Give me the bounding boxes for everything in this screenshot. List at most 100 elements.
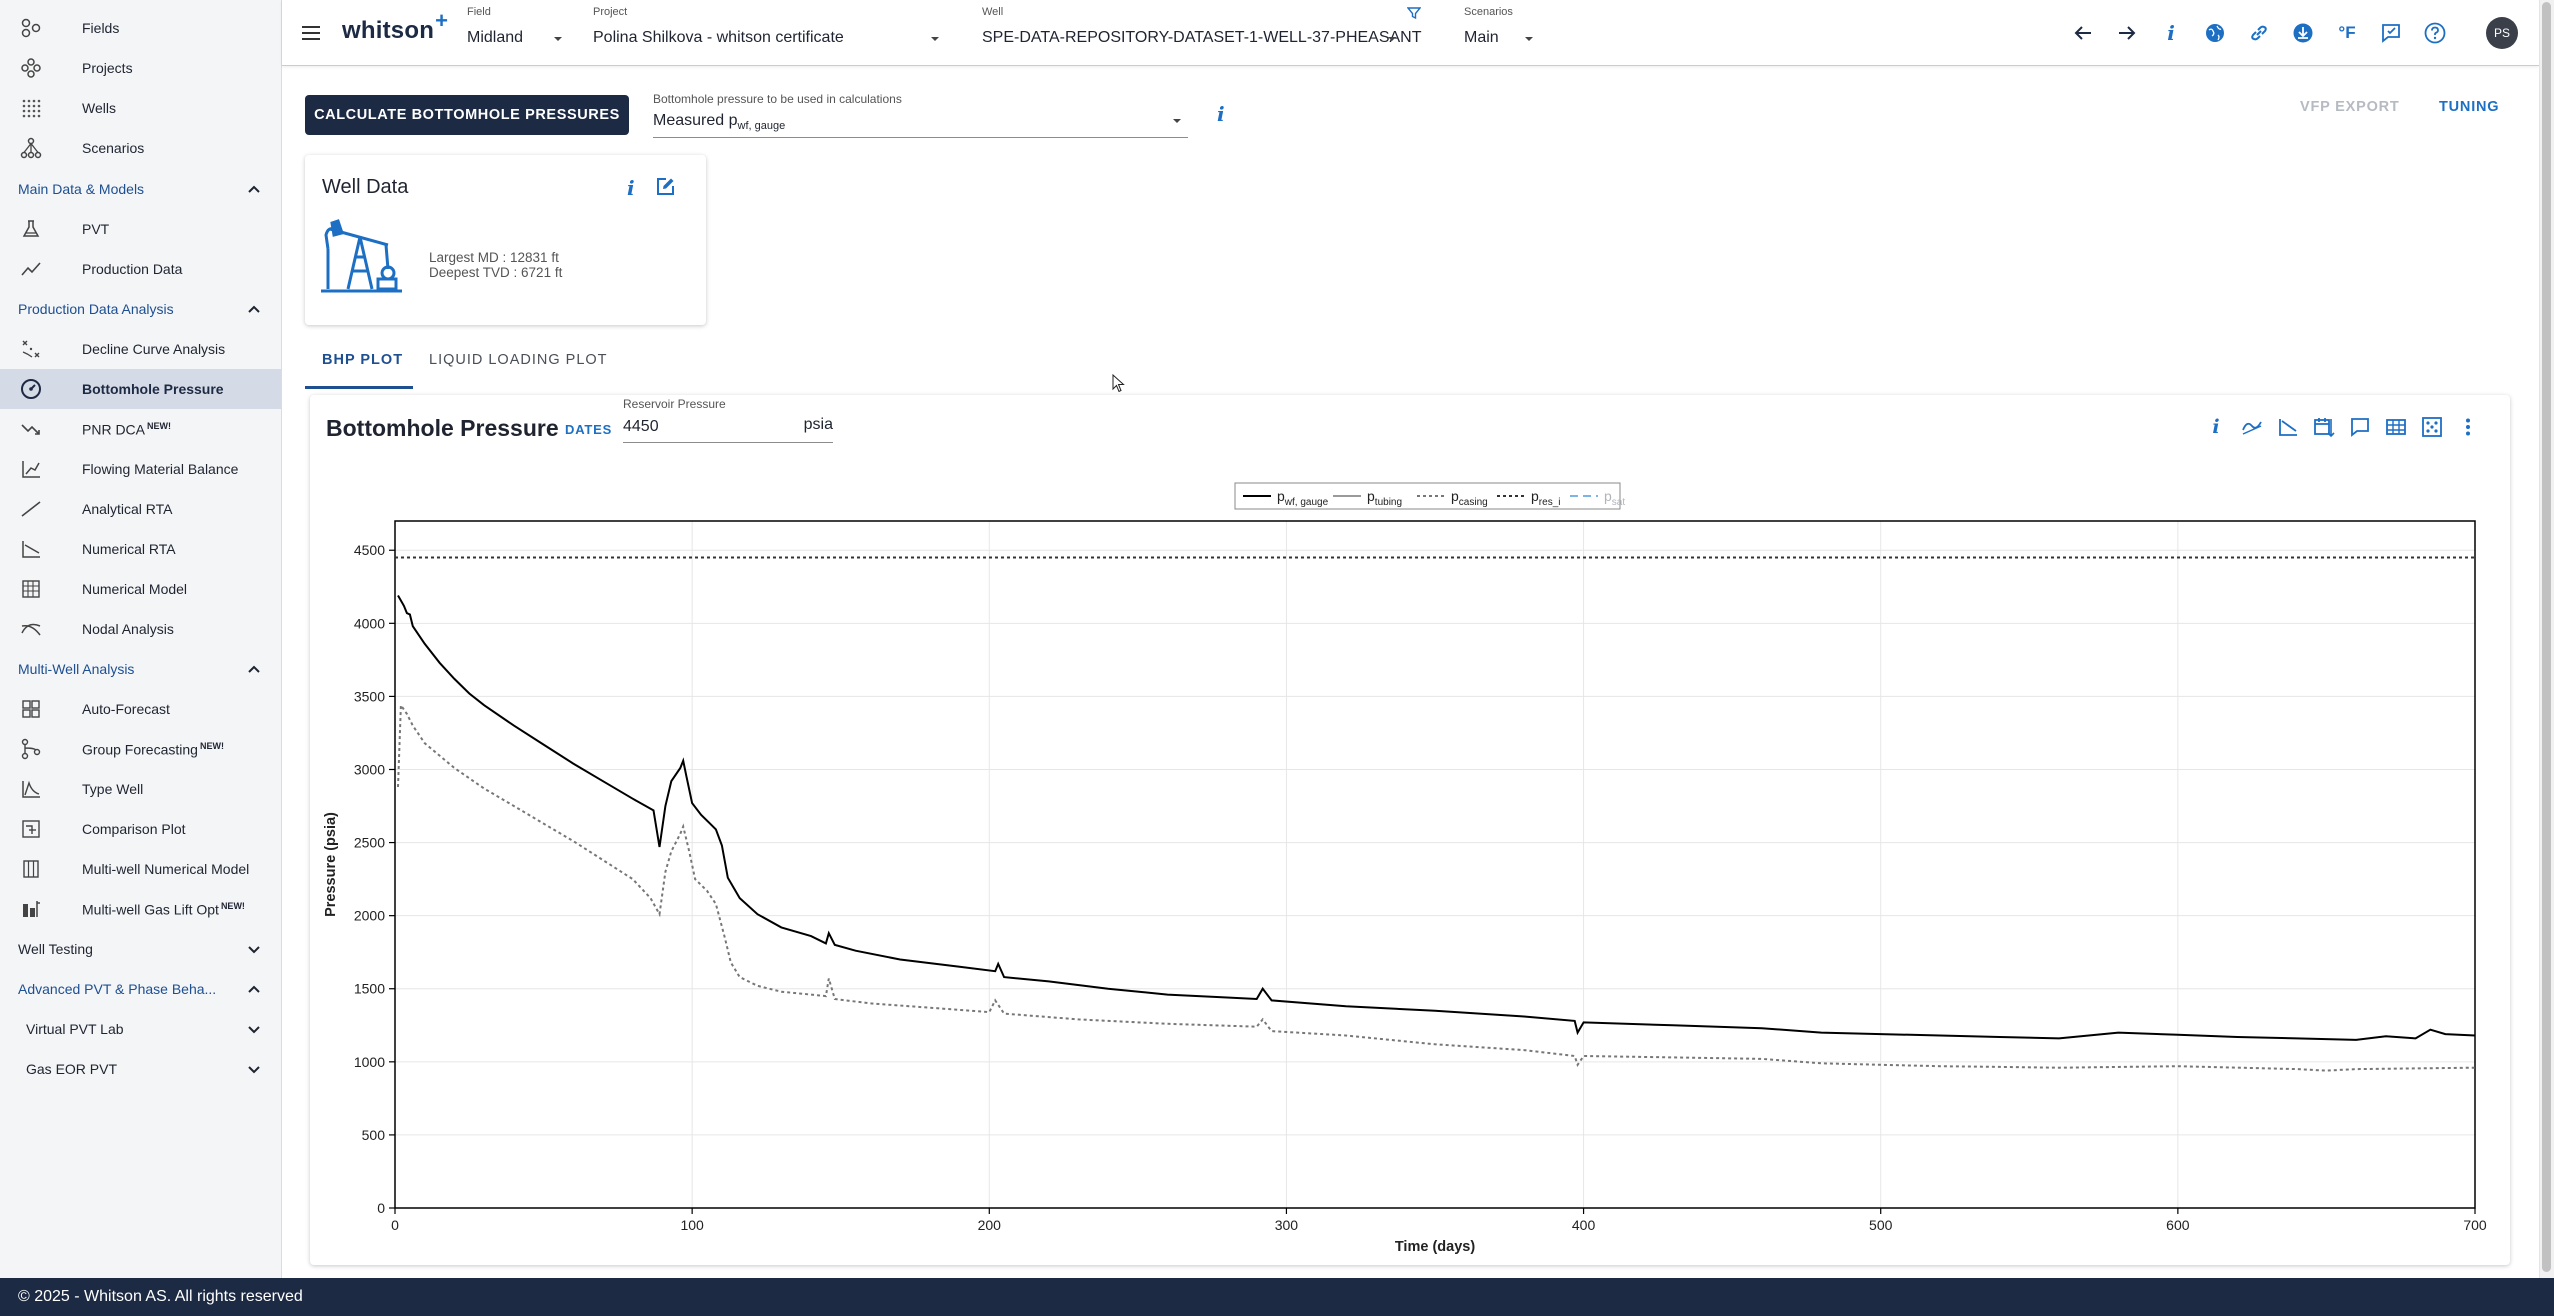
well-select[interactable]: Well SPE-DATA-REPOSITORY-DATASET-1-WELL-… bbox=[982, 6, 1422, 56]
section-multi-well-analysis[interactable]: Multi-Well Analysis bbox=[0, 649, 281, 689]
sidebar-item-pnr-dca[interactable]: PNR DCA NEW! bbox=[0, 409, 281, 449]
y-tick-label: 0 bbox=[377, 1200, 385, 1216]
y-tick-label: 2000 bbox=[354, 908, 385, 924]
sidebar-item-label: Numerical Model bbox=[82, 581, 188, 597]
info-icon[interactable]: i bbox=[2156, 18, 2186, 48]
whitson-logo: whitson+ bbox=[342, 8, 448, 45]
project-select[interactable]: Project Polina Shilkova - whitson certif… bbox=[593, 6, 939, 56]
sidebar-item-pvt[interactable]: PVT bbox=[0, 209, 281, 249]
vfp-export-button[interactable]: VFP EXPORT bbox=[2300, 99, 2400, 115]
new-badge: NEW! bbox=[147, 420, 172, 431]
link-icon[interactable] bbox=[2244, 18, 2274, 48]
temperature-unit-icon[interactable]: °F bbox=[2332, 18, 2362, 48]
dropdown-arrow-icon bbox=[1173, 119, 1181, 123]
section-main-data-models[interactable]: Main Data & Models bbox=[0, 169, 281, 209]
bhp-source-select[interactable]: Bottomhole pressure to be used in calcul… bbox=[653, 90, 1188, 138]
sidebar-item-flowing-material-balance[interactable]: Flowing Material Balance bbox=[0, 449, 281, 489]
x-tick-label: 300 bbox=[1275, 1217, 1299, 1233]
y-tick-label: 3000 bbox=[354, 761, 385, 777]
sidebar-item-bottomhole-pressure[interactable]: Bottomhole Pressure bbox=[0, 369, 281, 409]
project-caption: Project bbox=[593, 6, 628, 18]
x-tick-label: 400 bbox=[1572, 1217, 1596, 1233]
scrollbar-thumb[interactable] bbox=[2542, 2, 2551, 1272]
chevron-up-icon bbox=[248, 305, 260, 313]
sidebar-item-label: Production Data bbox=[82, 261, 183, 277]
y-tick-label: 4500 bbox=[354, 542, 385, 558]
avatar[interactable]: PS bbox=[2486, 17, 2518, 49]
filter-icon[interactable] bbox=[1407, 6, 1421, 20]
back-arrow-icon[interactable] bbox=[2068, 18, 2098, 48]
x-tick-label: 600 bbox=[2166, 1217, 2190, 1233]
trending-down-icon bbox=[20, 418, 42, 440]
label-text: PNR DCA bbox=[82, 421, 146, 438]
bhp-select-caption: Bottomhole pressure to be used in calcul… bbox=[653, 92, 902, 106]
sidebar-item-label: Fields bbox=[82, 20, 120, 36]
new-badge: NEW! bbox=[199, 740, 224, 751]
x-tick-label: 200 bbox=[978, 1217, 1002, 1233]
projects-icon bbox=[20, 57, 42, 79]
section-title: Virtual PVT Lab bbox=[26, 1021, 124, 1037]
dropdown-arrow-icon bbox=[1525, 37, 1533, 41]
new-badge: NEW! bbox=[220, 900, 245, 911]
well-info-icon[interactable]: i bbox=[627, 176, 635, 200]
help-icon[interactable] bbox=[2420, 18, 2450, 48]
info-glyph: i bbox=[2167, 21, 2175, 45]
sidebar-item-projects[interactable]: Projects bbox=[0, 48, 281, 88]
forward-arrow-icon[interactable] bbox=[2112, 18, 2142, 48]
sidebar-item-comparison-plot[interactable]: Comparison Plot bbox=[0, 809, 281, 849]
section-advanced-pvt[interactable]: Advanced PVT & Phase Beha... bbox=[0, 969, 281, 1009]
sidebar-item-auto-forecast[interactable]: Auto-Forecast bbox=[0, 689, 281, 729]
x-tick-label: 500 bbox=[1869, 1217, 1893, 1233]
section-well-testing[interactable]: Well Testing bbox=[0, 929, 281, 969]
tab-bhp-plot[interactable]: BHP PLOT bbox=[322, 352, 403, 388]
dropdown-arrow-icon bbox=[1388, 37, 1396, 41]
menu-icon[interactable] bbox=[298, 20, 324, 46]
y-tick-label: 2500 bbox=[354, 835, 385, 851]
sidebar-item-numerical-model[interactable]: Numerical Model bbox=[0, 569, 281, 609]
sidebar-item-numerical-rta[interactable]: Numerical RTA bbox=[0, 529, 281, 569]
section-production-data-analysis[interactable]: Production Data Analysis bbox=[0, 289, 281, 329]
type-well-icon bbox=[20, 778, 42, 800]
well-value: SPE-DATA-REPOSITORY-DATASET-1-WELL-37-PH… bbox=[982, 29, 1422, 46]
section-gas-eor-pvt[interactable]: Gas EOR PVT bbox=[0, 1049, 281, 1089]
bhp-info-icon[interactable]: i bbox=[1217, 102, 1225, 126]
sidebar-item-scenarios[interactable]: Scenarios bbox=[0, 128, 281, 168]
section-virtual-pvt-lab[interactable]: Virtual PVT Lab bbox=[0, 1009, 281, 1049]
scenarios-select[interactable]: Scenarios Main bbox=[1464, 6, 1564, 56]
tuning-button[interactable]: TUNING bbox=[2439, 99, 2499, 115]
calculate-bottomhole-pressures-button[interactable]: CALCULATE BOTTOMHOLE PRESSURES bbox=[305, 95, 629, 135]
chevron-up-icon bbox=[248, 985, 260, 993]
well-data-card: Well Data i Largest MD : 12831 ft Deepes… bbox=[305, 155, 706, 325]
chevron-down-icon bbox=[248, 1026, 260, 1034]
sidebar-item-label: Multi-well Numerical Model bbox=[82, 861, 250, 877]
sidebar-item-group-forecasting[interactable]: Group Forecasting NEW! bbox=[0, 729, 281, 769]
edit-icon[interactable] bbox=[654, 176, 676, 198]
sidebar-item-label: Analytical RTA bbox=[82, 501, 173, 517]
sidebar-item-analytical-rta[interactable]: Analytical RTA bbox=[0, 489, 281, 529]
field-value: Midland bbox=[467, 29, 524, 46]
sidebar-item-decline-curve-analysis[interactable]: Decline Curve Analysis bbox=[0, 329, 281, 369]
mouse-cursor-icon bbox=[1112, 374, 1125, 393]
sidebar-item-fields[interactable]: Fields bbox=[0, 8, 281, 48]
sidebar-item-label: Comparison Plot bbox=[82, 821, 186, 837]
sidebar-item-production-data[interactable]: Production Data bbox=[0, 249, 281, 289]
sidebar-item-nodal-analysis[interactable]: Nodal Analysis bbox=[0, 609, 281, 649]
bhp-chart: 0 100 200 300 400 500 600 700 0 500 1000 1500 2000 25… bbox=[323, 482, 2487, 1255]
field-select[interactable]: Field Midland bbox=[467, 6, 577, 56]
flask-icon bbox=[20, 218, 42, 240]
globe-icon[interactable] bbox=[2200, 18, 2230, 48]
sidebar-item-type-well[interactable]: Type Well bbox=[0, 769, 281, 809]
app-root: Fields Projects Wells Scenarios Main Dat… bbox=[0, 0, 2554, 1316]
tab-liquid-loading-plot[interactable]: LIQUID LOADING PLOT bbox=[429, 352, 608, 388]
feedback-icon[interactable] bbox=[2376, 18, 2406, 48]
y-tick-label: 3500 bbox=[354, 688, 385, 704]
decline-curve-icon bbox=[20, 338, 42, 360]
label-text: Group Forecasting bbox=[82, 741, 198, 758]
sidebar-item-multi-well-numerical-model[interactable]: Multi-well Numerical Model bbox=[0, 849, 281, 889]
deepest-tvd: Deepest TVD : 6721 ft bbox=[429, 265, 563, 280]
sidebar-item-multi-well-gas-lift-opt[interactable]: Multi-well Gas Lift Opt NEW! bbox=[0, 889, 281, 929]
sidebar-item-wells[interactable]: Wells bbox=[0, 88, 281, 128]
section-title: Advanced PVT & Phase Beha... bbox=[18, 981, 217, 997]
well-caption: Well bbox=[982, 6, 1004, 18]
download-icon[interactable] bbox=[2288, 18, 2318, 48]
